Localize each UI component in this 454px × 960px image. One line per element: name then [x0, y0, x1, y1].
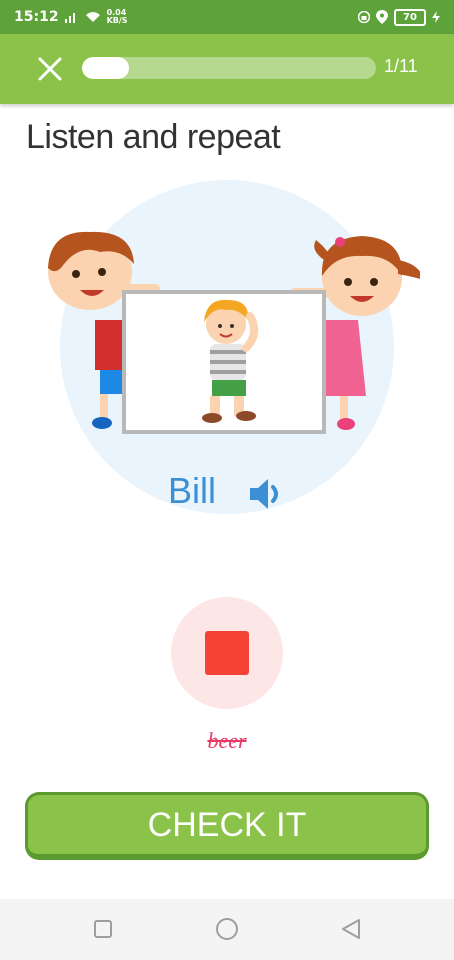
recent-apps-button[interactable]: [91, 917, 115, 941]
speaker-icon: [250, 479, 278, 509]
close-button[interactable]: [36, 55, 64, 83]
boy-picture: [202, 299, 259, 423]
clock: 15:12: [14, 9, 59, 25]
network-speed: 0.04 KB/S: [107, 9, 128, 25]
circle-icon: [216, 918, 238, 940]
back-button[interactable]: [339, 917, 363, 941]
stop-icon: [205, 631, 249, 675]
back-triangle-icon: [342, 919, 360, 939]
check-it-button[interactable]: CHECK IT: [25, 792, 429, 860]
lesson-progress-bar: [82, 57, 376, 79]
square-icon: [94, 920, 112, 938]
lesson-header: 1/11: [0, 34, 454, 104]
location-icon: [376, 10, 388, 24]
play-audio-button[interactable]: [246, 474, 286, 514]
recognized-speech-text: beer: [207, 728, 247, 753]
close-icon: [38, 57, 62, 81]
progress-fill: [82, 57, 130, 79]
stop-recording-button[interactable]: [171, 597, 283, 709]
picture-board: [122, 290, 326, 434]
signal-icon: [64, 13, 75, 23]
lock-icon: [358, 11, 370, 23]
home-button[interactable]: [215, 917, 239, 941]
question-counter: 1/11: [384, 56, 418, 76]
status-left: 15:12 0.04 KB/S: [14, 9, 128, 26]
page-title: Listen and repeat: [26, 118, 281, 156]
charging-icon: [432, 11, 440, 23]
speed-unit: KB/S: [106, 16, 128, 25]
system-navigation-bar: [0, 899, 454, 960]
wifi-icon: [85, 12, 100, 22]
status-right: 70: [358, 8, 440, 26]
battery-icon: 70: [394, 8, 426, 26]
status-bar: 15:12 0.04 KB/S 70: [0, 0, 454, 34]
target-word: Bill: [168, 470, 217, 511]
